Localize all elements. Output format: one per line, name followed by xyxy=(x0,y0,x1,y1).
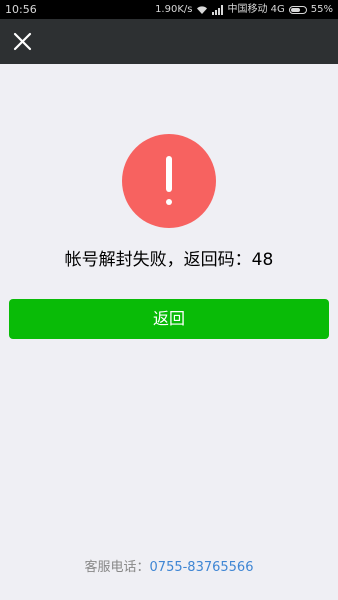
close-icon xyxy=(13,32,32,51)
battery-icon xyxy=(288,5,307,14)
warning-icon-dot xyxy=(166,199,172,205)
wifi-icon xyxy=(197,5,208,14)
warning-icon-bar xyxy=(166,156,172,192)
status-time: 10:56 xyxy=(5,3,37,16)
battery-fill xyxy=(290,7,300,12)
nav-bar xyxy=(0,19,338,64)
status-bar: 10:56 1.90K/s 中国移动 4G 55% xyxy=(0,0,338,19)
hotline-label: 客服电话： xyxy=(84,560,150,575)
back-button[interactable]: 返回 xyxy=(9,299,329,339)
carrier-label: 中国移动 4G xyxy=(227,4,285,15)
error-message: 帐号解封失败，返回码：48 xyxy=(64,250,274,270)
battery-percent: 55% xyxy=(310,4,333,15)
status-indicators: 1.90K/s 中国移动 4G 55% xyxy=(155,0,333,19)
support-hotline: 客服电话：0755-83765566 xyxy=(0,558,338,578)
hotline-number-link[interactable]: 0755-83765566 xyxy=(150,560,254,575)
main-content: 帐号解封失败，返回码：48 返回 客服电话：0755-83765566 xyxy=(0,64,338,600)
close-button[interactable] xyxy=(8,27,37,56)
warning-icon xyxy=(122,134,216,228)
signal-icon xyxy=(212,4,224,15)
network-speed: 1.90K/s xyxy=(155,4,193,15)
